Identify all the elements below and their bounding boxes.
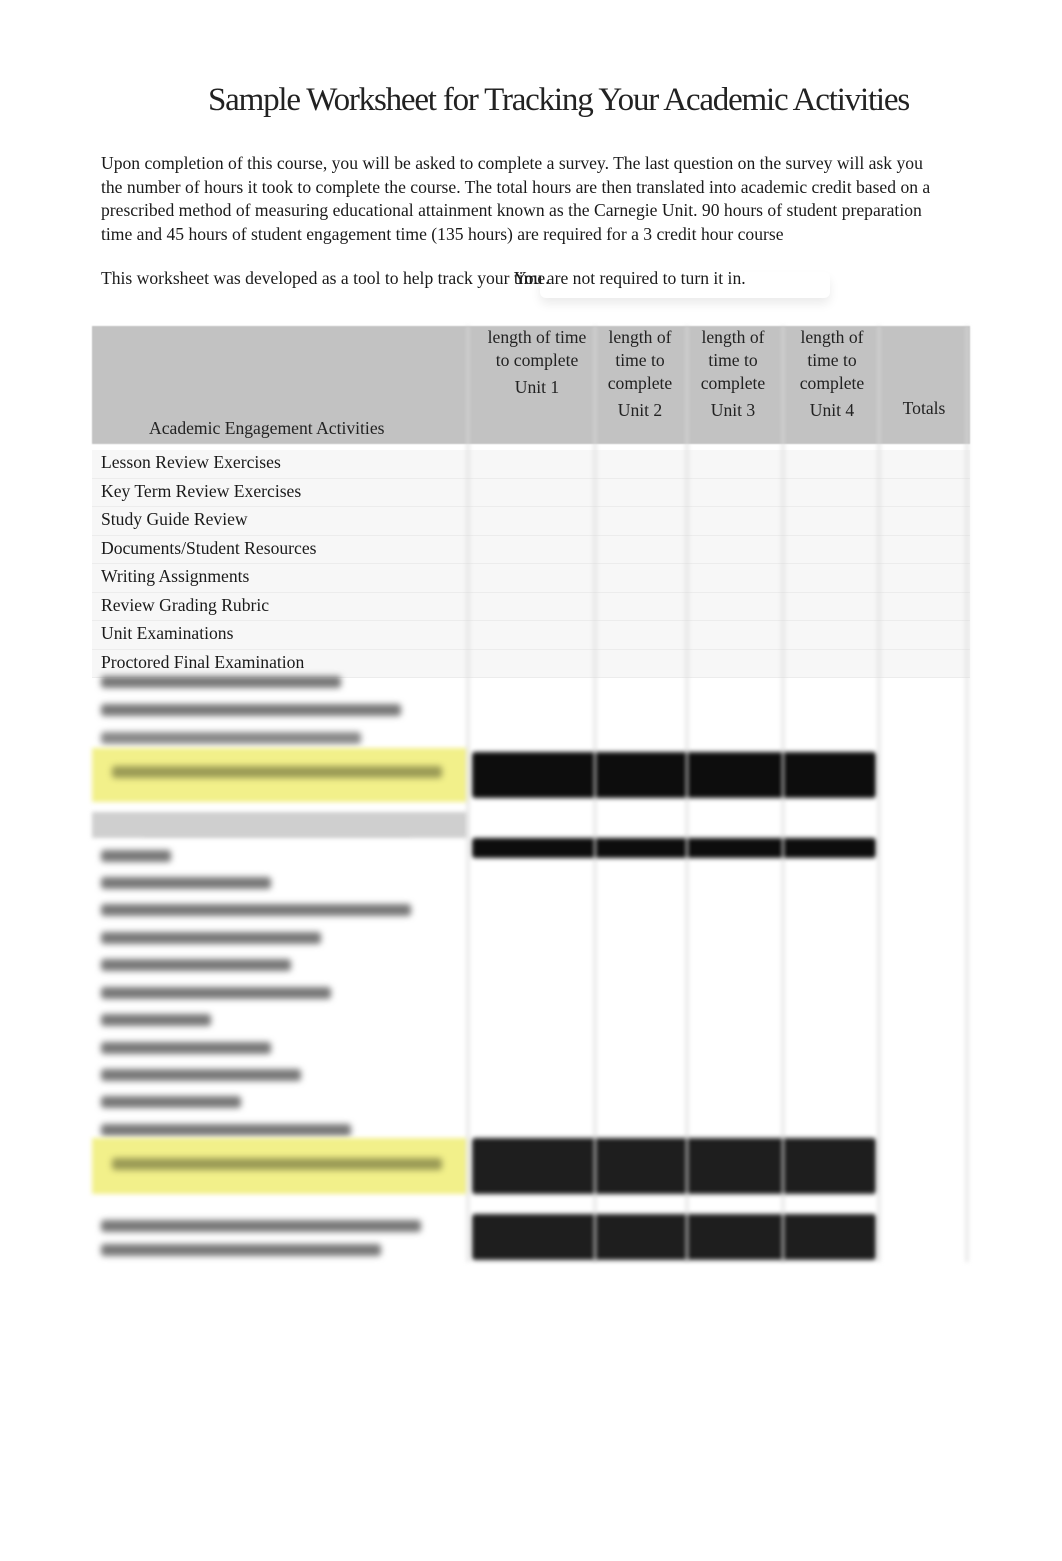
blurred-highlight-text <box>112 766 442 778</box>
column-divider <box>686 326 688 1262</box>
blurred-row-label <box>101 877 271 889</box>
table-row: Documents/Student Resources <box>92 535 970 564</box>
header-unit2: length of time to complete Unit 2 <box>595 326 685 422</box>
table-row: Lesson Review Exercises <box>92 450 970 479</box>
header-caption: length of time to complete <box>607 327 673 393</box>
row-label: Review Grading Rubric <box>101 594 270 615</box>
row-label: Key Term Review Exercises <box>101 480 302 501</box>
header-unit-label: Unit 3 <box>710 400 756 420</box>
blurred-row-label <box>101 704 401 716</box>
redacted-overall-totals <box>472 1214 876 1260</box>
column-divider <box>966 326 968 1262</box>
header-caption: length of time to complete <box>799 327 865 393</box>
blurred-row-label <box>101 676 341 688</box>
page-title: Sample Worksheet for Tracking Your Acade… <box>208 82 910 118</box>
intro-paragraph: Upon completion of this course, you will… <box>101 152 1021 246</box>
intro-line: the number of hours it took to complete … <box>101 176 931 197</box>
intro-line: prescribed method of measuring education… <box>101 200 922 220</box>
redacted-engagement-totals <box>472 752 876 798</box>
header-unit1: length of time to complete Unit 1 <box>482 326 592 399</box>
blurred-row-label <box>101 987 331 999</box>
note-over-text: You are not required to turn it in. <box>513 268 746 288</box>
header-unit-label: Unit 2 <box>617 400 663 420</box>
blurred-row-label <box>101 932 321 944</box>
column-divider <box>782 326 784 1262</box>
redacted-preparation-totals <box>472 1138 876 1194</box>
blurred-row-label <box>101 1124 351 1136</box>
table-row: Study Guide Review <box>92 507 970 536</box>
blurred-row-label <box>101 1042 271 1054</box>
header-row-label: Academic Engagement Activities <box>149 418 385 438</box>
preparation-grand-total-cell <box>884 1138 964 1194</box>
column-divider <box>878 326 880 1262</box>
row-label: Proctored Final Examination <box>101 651 305 672</box>
row-label: Documents/Student Resources <box>101 537 317 558</box>
note-paragraph: This worksheet was developed as a tool t… <box>101 267 1021 291</box>
intro-line: Upon completion of this course, you will… <box>101 153 923 173</box>
note-overlap: time. You are not required to turn it in. <box>514 267 746 291</box>
header-unit4: length of time to complete Unit 4 <box>784 326 880 422</box>
blurred-row-label <box>101 732 361 744</box>
table-row: Proctored Final Examination <box>92 649 970 678</box>
table-row: Review Grading Rubric <box>92 592 970 621</box>
header-unit3: length of time to complete Unit 3 <box>688 326 778 422</box>
table-row: Writing Assignments <box>92 564 970 593</box>
row-label: Lesson Review Exercises <box>101 452 281 472</box>
note-prefix: This worksheet was developed as a tool t… <box>101 268 514 288</box>
blurred-row-label <box>101 1069 301 1081</box>
column-divider <box>467 326 469 1262</box>
blurred-row-label <box>101 1014 211 1026</box>
header-unit-label: Unit 4 <box>809 400 855 420</box>
header-unit-label: Unit 1 <box>514 377 560 397</box>
redacted-preparation-bar <box>472 838 876 858</box>
header-caption: length of time to complete <box>487 327 587 370</box>
column-divider <box>594 326 596 1262</box>
blurred-row-label <box>101 1220 421 1232</box>
intro-line: time and 45 hours of student engagement … <box>101 223 784 244</box>
blurred-row-label <box>101 850 171 862</box>
row-label: Unit Examinations <box>101 623 234 643</box>
header-totals: Totals <box>902 398 946 418</box>
blurred-row-label <box>101 904 411 916</box>
engagement-grand-total-cell <box>884 752 964 798</box>
row-label: Writing Assignments <box>101 566 250 586</box>
preparation-subheader <box>92 812 467 838</box>
overall-grand-total-cell <box>884 1214 964 1260</box>
blurred-row-label <box>101 959 291 971</box>
blurred-highlight-text <box>112 1158 442 1170</box>
table-body: Lesson Review Exercises Key Term Review … <box>92 450 970 678</box>
table-row: Unit Examinations <box>92 621 970 650</box>
header-caption: length of time to complete <box>700 327 766 393</box>
table-row: Key Term Review Exercises <box>92 478 970 507</box>
blurred-row-label <box>101 1096 241 1108</box>
row-label: Study Guide Review <box>101 509 248 529</box>
blurred-row-label <box>101 1244 381 1256</box>
